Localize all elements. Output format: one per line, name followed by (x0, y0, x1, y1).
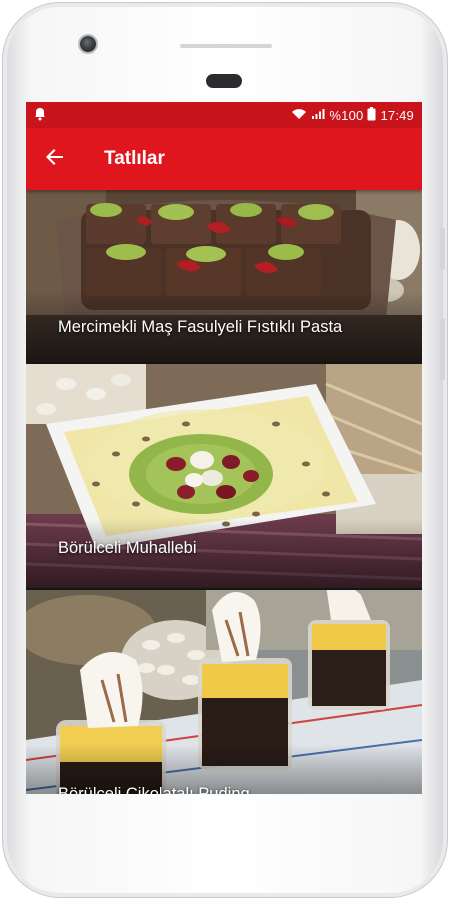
signal-icon (311, 108, 325, 123)
front-camera (78, 34, 98, 54)
recipe-title: Börülceli Muhallebi (58, 539, 197, 557)
power-button (440, 318, 445, 380)
earpiece-slot (180, 44, 272, 48)
recipe-card[interactable]: Börülceli Çikolatalı Puding (26, 590, 422, 794)
battery-percent: %100 (329, 107, 364, 123)
speaker-grille (206, 74, 242, 88)
arrow-back-icon (45, 147, 65, 172)
app-bar: Tatlılar (26, 128, 422, 190)
app-screen: %100 17:49 Tatlılar Mercimekli Maş Fasul… (26, 102, 422, 794)
recipe-title: Börülceli Çikolatalı Puding (58, 785, 250, 794)
battery-icon (367, 106, 376, 124)
back-button[interactable] (26, 128, 84, 190)
recipe-card[interactable]: Mercimekli Maş Fasulyeli Fıstıklı Pasta (26, 190, 422, 364)
notification-icon (34, 107, 46, 124)
status-bar: %100 17:49 (26, 102, 422, 128)
recipe-card[interactable]: Börülceli Muhallebi (26, 364, 422, 590)
recipe-title: Mercimekli Maş Fasulyeli Fıstıklı Pasta (58, 318, 343, 336)
page-title: Tatlılar (104, 148, 165, 169)
clock: 17:49 (380, 107, 414, 123)
recipe-list: Mercimekli Maş Fasulyeli Fıstıklı Pasta (26, 190, 422, 794)
wifi-icon (291, 108, 307, 123)
volume-button (440, 228, 445, 270)
